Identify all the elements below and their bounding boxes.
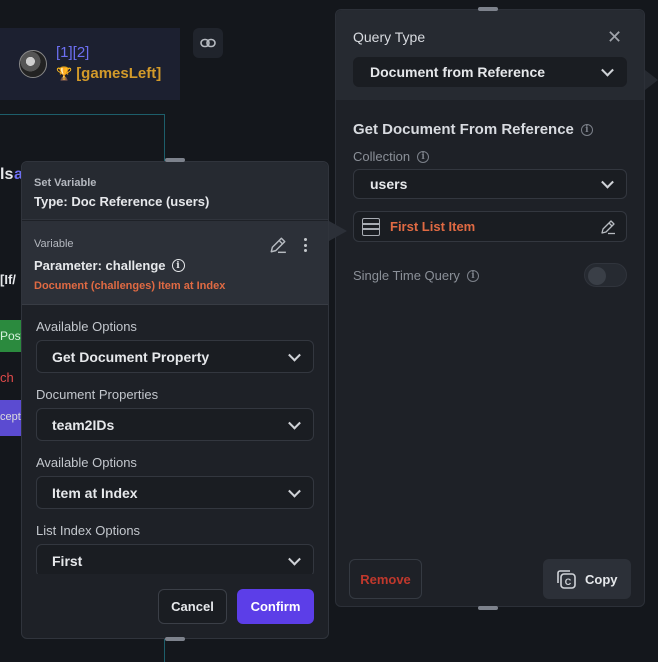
select-value: Get Document Property (52, 348, 210, 365)
info-icon[interactable]: i (466, 269, 479, 282)
cancel-button[interactable]: Cancel (158, 589, 227, 624)
chevron-down-icon (288, 484, 301, 498)
canvas-text-fragment: ch (0, 370, 14, 385)
field-label: Document Properties (36, 387, 159, 402)
collection-label-text: Collection (353, 149, 411, 164)
chevron-down-icon (601, 175, 614, 189)
reference-field[interactable]: First List Item (353, 211, 627, 242)
toggle-knob (588, 267, 606, 285)
field-label: Available Options (36, 319, 137, 334)
select-value: team2IDs (52, 416, 115, 433)
close-icon[interactable]: ✕ (607, 27, 622, 48)
set-variable-header (22, 162, 328, 220)
copy-icon: C (557, 570, 576, 589)
parameter-label: Parameter: challenge i (34, 258, 185, 273)
drag-handle[interactable] (165, 637, 185, 641)
set-variable-label: Set Variable (34, 177, 97, 189)
parameter-text: Parameter: challenge (34, 258, 166, 273)
single-time-query-text: Single Time Query (353, 268, 460, 283)
variable-source: Document (challenges) Item at Index (34, 280, 226, 292)
query-type-value: Document from Reference (370, 64, 546, 80)
collection-value: users (370, 176, 408, 192)
variable-label: Variable (34, 238, 74, 250)
query-type-select[interactable]: Document from Reference (353, 57, 627, 87)
query-type-title: Query Type (353, 29, 426, 45)
collection-select[interactable]: users (353, 169, 627, 199)
select-value: First (52, 552, 83, 569)
field-label: List Index Options (36, 523, 141, 538)
copy-label: Copy (585, 571, 618, 587)
available-options-select[interactable]: Item at Index (36, 476, 314, 509)
info-icon[interactable]: i (417, 150, 430, 163)
variable-type-label: Type: Doc Reference (users) (34, 194, 210, 209)
chevron-down-icon (288, 552, 301, 566)
select-value: Item at Index (52, 484, 138, 501)
table-icon (362, 218, 380, 236)
section-title: Get Document From Reference i (353, 121, 593, 138)
single-time-query-label: Single Time Query i (353, 268, 479, 283)
confirm-button[interactable]: Confirm (237, 589, 314, 624)
info-icon[interactable]: i (171, 259, 185, 272)
available-options-select[interactable]: Get Document Property (36, 340, 314, 373)
list-index-options-select[interactable]: First (36, 544, 314, 574)
panel-pointer (645, 70, 658, 90)
chevron-down-icon (288, 348, 301, 362)
avatar (19, 50, 47, 78)
copy-button[interactable]: C Copy (543, 559, 631, 599)
drag-handle[interactable] (478, 606, 498, 610)
chevron-down-icon (288, 416, 301, 430)
games-left-text: [gamesLeft] (76, 65, 162, 82)
canvas-post-button[interactable]: Post (0, 320, 22, 352)
field-label: Available Options (36, 455, 137, 470)
edit-icon[interactable] (269, 236, 287, 254)
svg-text:C: C (565, 577, 572, 587)
drag-handle[interactable] (478, 7, 498, 11)
canvas-text-fragment: [If/ (0, 272, 16, 287)
ref-text: [1][2] (56, 44, 90, 61)
chevron-down-icon (601, 63, 614, 77)
canvas-accept-button[interactable]: cept (0, 400, 22, 436)
games-left-row: 🏆 [gamesLeft] (56, 65, 161, 82)
link-icon (200, 38, 216, 48)
link-button[interactable] (193, 28, 223, 58)
trophy-icon: 🏆 (56, 65, 73, 81)
remove-button[interactable]: Remove (349, 559, 422, 599)
section-title-text: Get Document From Reference (353, 121, 574, 138)
reference-value: First List Item (390, 219, 476, 234)
options-scroll-area[interactable]: Available Options Get Document Property … (22, 306, 328, 574)
document-properties-select[interactable]: team2IDs (36, 408, 314, 441)
more-options-icon[interactable] (300, 237, 310, 253)
info-icon[interactable]: i (580, 123, 593, 136)
popup-pointer (329, 221, 347, 241)
drag-handle[interactable] (165, 158, 185, 162)
canvas-text-fragment: ls (0, 166, 14, 183)
collection-label: Collection i (353, 149, 430, 164)
edit-icon[interactable] (600, 219, 616, 235)
